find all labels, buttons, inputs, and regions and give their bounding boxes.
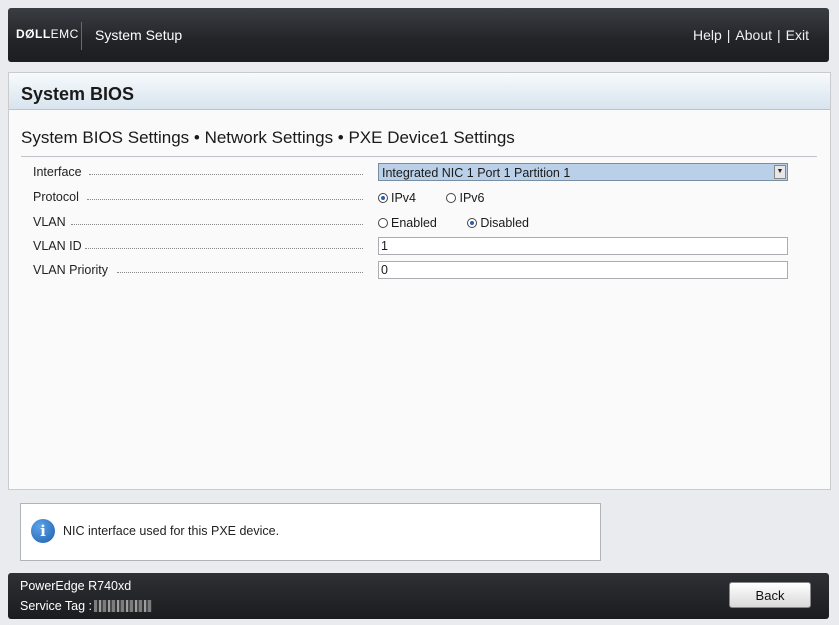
- vlan-id-input[interactable]: 1: [378, 237, 788, 255]
- service-tag: Service Tag :: [20, 599, 153, 613]
- vlan-label: VLAN: [33, 215, 363, 229]
- interface-value: Integrated NIC 1 Port 1 Partition 1: [382, 166, 571, 180]
- protocol-label: Protocol: [33, 190, 363, 204]
- interface-select[interactable]: Integrated NIC 1 Port 1 Partition 1 ▼: [378, 163, 788, 181]
- help-text: NIC interface used for this PXE device.: [63, 524, 280, 538]
- top-header: DØLLEMC System Setup Help | About | Exit: [8, 8, 829, 62]
- exit-link[interactable]: Exit: [786, 27, 809, 43]
- radio-selected-icon: [467, 218, 478, 228]
- setting-row-interface: Interface Integrated NIC 1 Port 1 Partit…: [33, 163, 813, 183]
- vlan-priority-label: VLAN Priority: [33, 263, 363, 277]
- vlan-priority-input[interactable]: 0: [378, 261, 788, 279]
- protocol-ipv6-radio[interactable]: IPv6: [446, 191, 484, 205]
- header-divider: [81, 22, 82, 50]
- page-title-bar: System BIOS: [9, 73, 830, 110]
- about-link[interactable]: About: [735, 27, 772, 43]
- radio-unselected-icon: [446, 193, 457, 203]
- setting-row-vlan-priority: VLAN Priority 0: [33, 261, 813, 281]
- vlan-disabled-radio[interactable]: Disabled: [467, 216, 529, 230]
- radio-selected-icon: [378, 193, 388, 203]
- page-title: System BIOS: [21, 84, 135, 104]
- footer-bar: PowerEdge R740xd Service Tag : Back: [8, 573, 829, 619]
- main-panel: System BIOS System BIOS Settings • Netwo…: [8, 72, 831, 490]
- back-button[interactable]: Back: [729, 582, 811, 608]
- section-divider: [21, 156, 817, 157]
- radio-unselected-icon: [378, 218, 388, 228]
- interface-label: Interface: [33, 165, 363, 179]
- setting-row-vlan-id: VLAN ID 1: [33, 237, 813, 257]
- top-nav: Help | About | Exit: [692, 27, 809, 43]
- protocol-ipv4-radio[interactable]: IPv4: [378, 191, 416, 205]
- setting-row-vlan: VLAN Enabled Disabled: [33, 213, 813, 233]
- info-icon: i: [31, 519, 55, 543]
- dropdown-arrow-icon[interactable]: ▼: [774, 165, 786, 179]
- vlan-id-label: VLAN ID: [33, 239, 363, 253]
- help-link[interactable]: Help: [693, 27, 722, 43]
- help-panel: i NIC interface used for this PXE device…: [20, 503, 601, 561]
- setting-row-protocol: Protocol IPv4 IPv6: [33, 188, 813, 208]
- app-title: System Setup: [95, 27, 183, 43]
- system-model: PowerEdge R740xd: [20, 579, 132, 593]
- service-tag-redacted: [94, 600, 153, 612]
- breadcrumb: System BIOS Settings • Network Settings …: [21, 128, 515, 147]
- vlan-enabled-radio[interactable]: Enabled: [378, 216, 437, 230]
- dell-emc-logo: DØLLEMC: [16, 27, 79, 41]
